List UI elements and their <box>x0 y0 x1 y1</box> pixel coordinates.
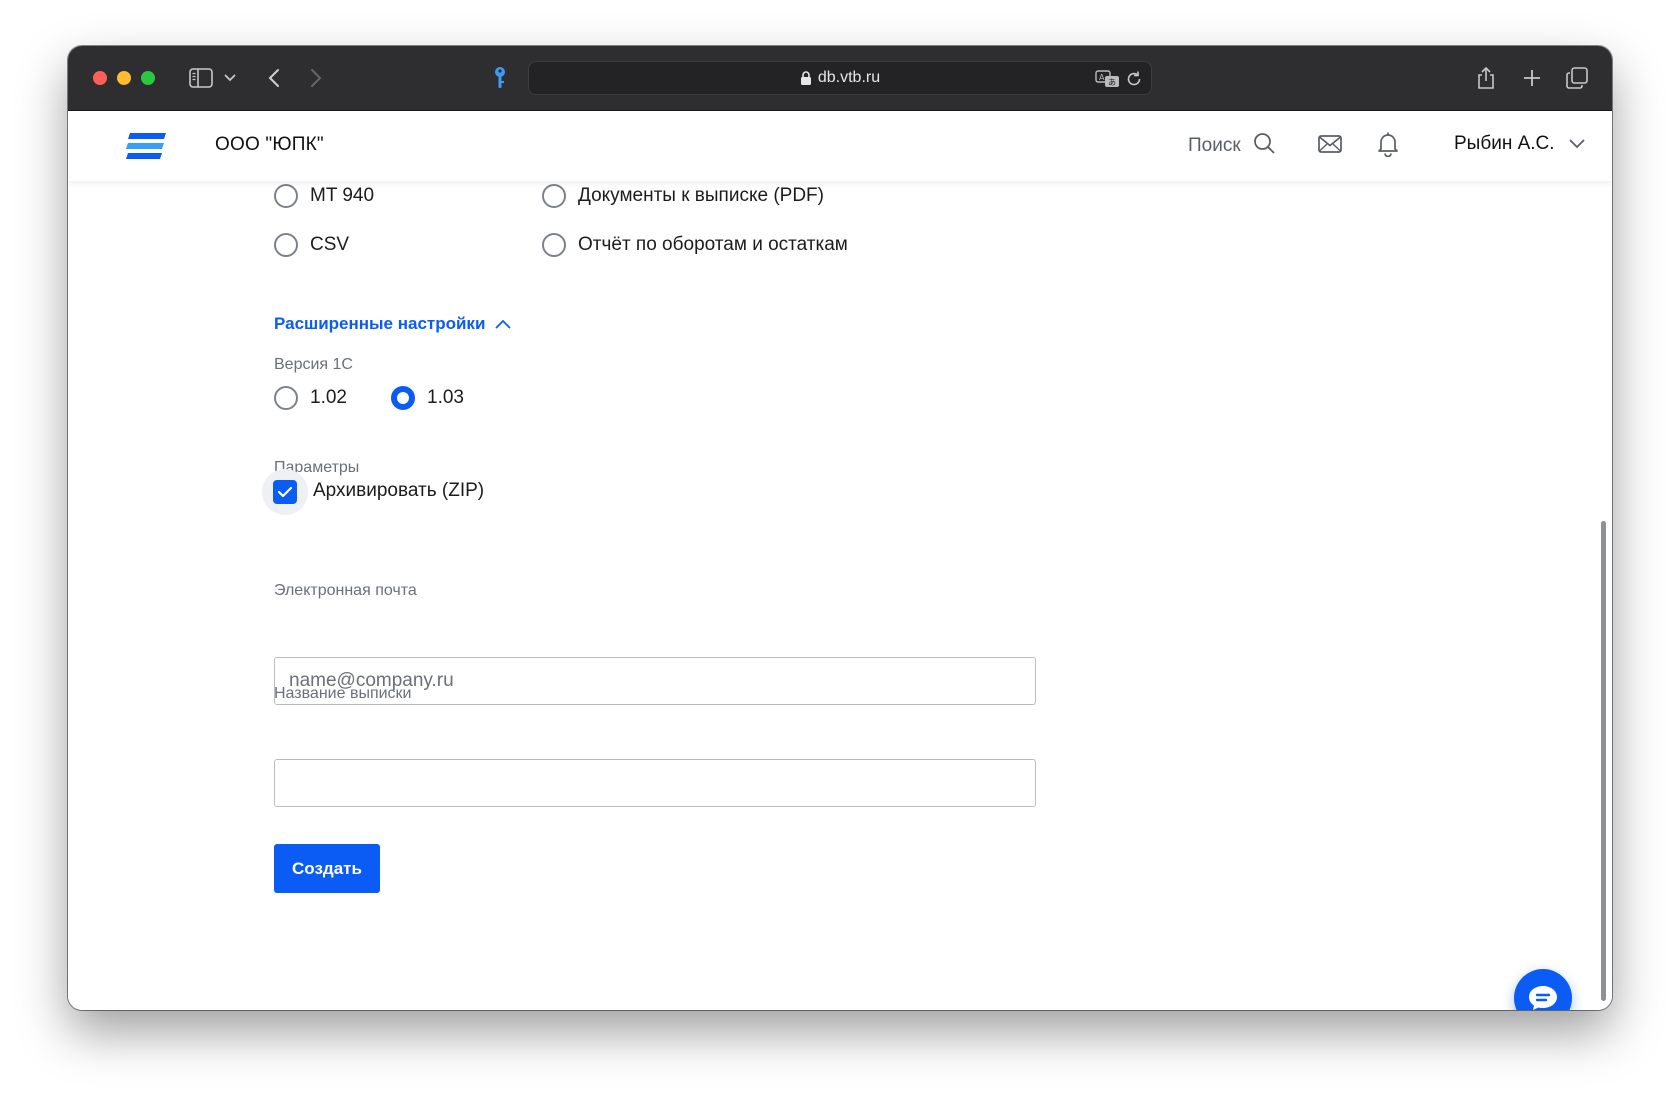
chevron-down-icon[interactable] <box>222 64 238 92</box>
radio-label: 1.02 <box>310 387 347 408</box>
statement-name-field[interactable] <box>274 759 1036 807</box>
radio-button[interactable] <box>274 233 298 257</box>
format-option-mt940[interactable]: MT 940 <box>274 184 374 208</box>
scrollbar[interactable] <box>1601 521 1606 1001</box>
radio-label: Документы к выписке (PDF) <box>578 185 824 206</box>
app-header: ООО "ЮПК" Поиск Рыбин А.С. <box>68 111 1612 181</box>
svg-text:あ: あ <box>1108 78 1116 87</box>
user-name: Рыбин А.С. <box>1454 133 1555 154</box>
version-option-103[interactable]: 1.03 <box>391 386 464 410</box>
back-icon[interactable] <box>264 64 284 92</box>
user-menu[interactable]: Рыбин А.С. <box>1454 133 1585 155</box>
statement-form: MT 940 CSV Документы к выписке (PDF) Отч… <box>68 181 1612 1010</box>
search-icon <box>1253 132 1275 160</box>
email-label: Электронная почта <box>274 582 417 599</box>
browser-window: db.vtb.ru Aあ ООО "ЮПК" Поиск Рыбин А.С. … <box>68 46 1612 1010</box>
address-bar[interactable]: db.vtb.ru Aあ <box>528 61 1152 95</box>
radio-button[interactable] <box>542 184 566 208</box>
minimize-window-button[interactable] <box>117 71 131 85</box>
new-tab-icon[interactable] <box>1520 64 1544 92</box>
tab-overview-icon[interactable] <box>1565 64 1589 92</box>
radio-button-selected[interactable] <box>391 386 415 410</box>
forward-icon[interactable] <box>306 64 326 92</box>
close-window-button[interactable] <box>93 71 107 85</box>
radio-button[interactable] <box>274 386 298 410</box>
zoom-window-button[interactable] <box>141 71 155 85</box>
svg-text:A: A <box>1099 73 1105 82</box>
share-icon[interactable] <box>1474 64 1498 92</box>
company-name[interactable]: ООО "ЮПК" <box>215 134 324 156</box>
lock-icon <box>800 70 812 86</box>
radio-button[interactable] <box>542 233 566 257</box>
archive-label[interactable]: Архивировать (ZIP) <box>313 480 484 502</box>
radio-label: MT 940 <box>310 185 375 206</box>
chevron-down-icon <box>1569 133 1585 155</box>
mail-icon[interactable] <box>1318 133 1342 160</box>
url-text: db.vtb.ru <box>817 69 881 86</box>
sidebar-toggle-icon[interactable] <box>186 64 216 92</box>
create-button[interactable]: Создать <box>274 844 380 893</box>
version-label: Версия 1С <box>274 356 353 373</box>
statement-name-label: Название выписки <box>274 685 412 702</box>
archive-checkbox[interactable] <box>262 469 308 515</box>
chat-button[interactable] <box>1514 969 1572 1010</box>
format-option-csv[interactable]: CSV <box>274 233 349 257</box>
radio-label: Отчёт по оборотам и остаткам <box>578 234 848 255</box>
vtb-logo[interactable] <box>126 133 166 164</box>
password-key-icon[interactable] <box>490 64 510 92</box>
browser-toolbar: db.vtb.ru Aあ <box>68 46 1612 111</box>
version-option-102[interactable]: 1.02 <box>274 386 347 410</box>
checkbox-checked[interactable] <box>273 480 297 504</box>
translate-icon[interactable]: Aあ <box>1095 69 1121 94</box>
bell-icon[interactable] <box>1377 131 1399 162</box>
chat-icon <box>1529 986 1557 1010</box>
checkmark-icon <box>277 486 293 498</box>
reload-icon[interactable] <box>1125 70 1143 93</box>
chevron-up-icon <box>495 314 511 334</box>
search-label: Поиск <box>1188 135 1241 156</box>
radio-label: 1.03 <box>427 387 464 408</box>
radio-button[interactable] <box>274 184 298 208</box>
advanced-settings-toggle[interactable]: Расширенные настройки <box>274 314 511 334</box>
format-option-pdf[interactable]: Документы к выписке (PDF) <box>542 184 824 208</box>
format-option-turnover-report[interactable]: Отчёт по оборотам и остаткам <box>542 233 848 257</box>
search-button[interactable]: Поиск <box>1188 132 1275 160</box>
radio-label: CSV <box>310 234 350 255</box>
advanced-settings-label: Расширенные настройки <box>274 314 486 333</box>
